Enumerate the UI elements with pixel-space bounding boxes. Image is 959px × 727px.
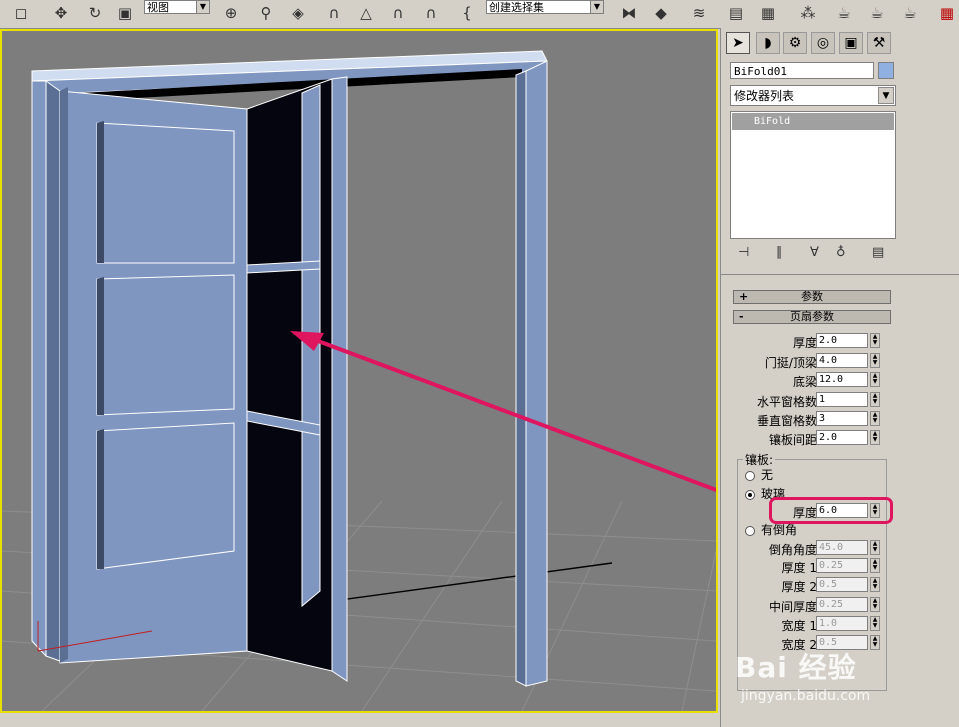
thickness-field[interactable]: 2.0 <box>816 333 868 348</box>
thickness2-field[interactable]: 0.5 <box>816 577 868 592</box>
param-row-bottom-rail: 底梁: 12.0 ▲ ▼ <box>721 372 959 389</box>
snap-icon[interactable]: ⚲ <box>255 2 277 24</box>
chevron-down-icon: ▼ <box>878 87 894 104</box>
spinner-icon[interactable]: ▲ ▼ <box>870 333 880 348</box>
abc-icon[interactable]: { <box>456 2 478 24</box>
door-scene <box>2 50 716 711</box>
rollout-leaf-parameters[interactable]: - 页扇参数 <box>733 310 891 324</box>
configure-sets-icon[interactable]: ▤ <box>872 245 884 260</box>
quick-render-icon[interactable]: ☕ <box>899 2 921 24</box>
param-row-muntin: 镶板间距: 2.0 ▲ ▼ <box>721 430 959 447</box>
bevel-angle-field[interactable]: 45.0 <box>816 540 868 555</box>
utilities-tab-icon[interactable]: ⚒ <box>867 32 891 54</box>
object-color-swatch[interactable] <box>878 62 894 79</box>
remove-modifier-icon[interactable]: ♁ <box>836 245 846 260</box>
param-row-stiles: 门挺/顶梁: 4.0 ▲ ▼ <box>721 353 959 370</box>
perspective-viewport[interactable] <box>0 29 718 713</box>
spinner-icon[interactable]: ▲ ▼ <box>870 597 880 612</box>
select-region-icon[interactable]: ◻ <box>10 2 32 24</box>
schematic-icon[interactable]: ▦ <box>757 2 779 24</box>
curve-editor-icon[interactable]: ▤ <box>725 2 747 24</box>
param-row-thickness: 厚度: 2.0 ▲ ▼ <box>721 333 959 350</box>
object-name-field[interactable]: BiFold01 <box>730 62 874 79</box>
modifier-list-dropdown[interactable]: 修改器列表 ▼ <box>730 85 896 106</box>
spinner-icon[interactable]: ▲ ▼ <box>870 353 880 368</box>
frame-right-post <box>525 60 548 687</box>
motion-tab-icon[interactable]: ◎ <box>811 32 835 54</box>
spinner-icon[interactable]: ▲ ▼ <box>870 411 880 426</box>
stiles-field[interactable]: 4.0 <box>816 353 868 368</box>
stack-toolbar: ⊣ ∥ ∀ ♁ ▤ <box>730 245 896 265</box>
mirror-icon[interactable]: ⧓ <box>618 2 640 24</box>
extra-toolbar-icon[interactable]: ▦ <box>936 2 958 24</box>
show-end-result-icon[interactable]: ∥ <box>776 245 783 260</box>
stack-item-bifold[interactable]: BiFold <box>732 113 894 130</box>
middle-thickness-field[interactable]: 0.25 <box>816 597 868 612</box>
reference-coord-combo[interactable]: 视图 ▼ <box>144 0 210 14</box>
make-unique-icon[interactable]: ∀ <box>810 245 819 260</box>
modifier-stack[interactable]: BiFold <box>730 111 896 239</box>
panels-horiz-field[interactable]: 1 <box>816 392 868 407</box>
watermark: Bai 经验 jingyan.baidu.com <box>735 651 871 704</box>
spinner-icon[interactable]: ▲ ▼ <box>870 372 880 387</box>
param-row-thickness1: 厚度 1: 0.25 ▲ ▼ <box>721 558 959 575</box>
spinner-icon[interactable]: ▲ ▼ <box>870 577 880 592</box>
create-tab-icon[interactable]: ➤ <box>726 32 750 54</box>
pin-stack-icon[interactable]: ⊣ <box>738 245 749 260</box>
frame-left-post <box>31 80 47 658</box>
layer-icon[interactable]: ≋ <box>688 2 710 24</box>
spinner-snap-icon[interactable]: △ <box>355 2 377 24</box>
param-row-width1: 宽度 1: 1.0 ▲ ▼ <box>721 616 959 633</box>
hierarchy-tab-icon[interactable]: ⚙ <box>783 32 807 54</box>
spinner-icon[interactable]: ▲ ▼ <box>870 430 880 445</box>
main-toolbar: ◻ ✥ ↻ ▣ 视图 ▼ ⊕ ⚲ ◈ ∩ △ ∩ ∩ { 创建选择集 ▼ ⧓ ◆ ≋… <box>0 0 959 29</box>
spinner-icon[interactable]: ▲ ▼ <box>870 558 880 573</box>
spinner-icon[interactable]: ▲ ▼ <box>870 392 880 407</box>
param-row-middle-thickness: 中间厚度: 0.25 ▲ ▼ <box>721 597 959 614</box>
spinner-icon[interactable]: ▲ ▼ <box>870 616 880 631</box>
param-row-panels-horiz: 水平窗格数: 1 ▲ ▼ <box>721 392 959 409</box>
panels-vert-field[interactable]: 3 <box>816 411 868 426</box>
left-panel-edges <box>97 121 104 569</box>
render-icon[interactable]: ☕ <box>866 2 888 24</box>
modify-tab-icon[interactable]: ◗ <box>756 32 780 54</box>
param-row-bevel-angle: 倒角角度: 45.0 ▲ ▼ <box>721 540 959 557</box>
rotate-icon[interactable]: ↻ <box>84 2 106 24</box>
param-row-thickness2: 厚度 2: 0.5 ▲ ▼ <box>721 577 959 594</box>
bottom-rail-field[interactable]: 12.0 <box>816 372 868 387</box>
command-panel: ➤ ◗ ⚙ ◎ ▣ ⚒ BiFold01 修改器列表 ▼ BiFold ⊣ ∥ ∀… <box>720 28 959 727</box>
thickness1-field[interactable]: 0.25 <box>816 558 868 573</box>
param-row-panels-vert: 垂直窗格数: 3 ▲ ▼ <box>721 411 959 428</box>
scale-icon[interactable]: ▣ <box>114 2 136 24</box>
render-setup-icon[interactable]: ☕ <box>833 2 855 24</box>
named-selection-icon[interactable]: ∩ <box>387 2 409 24</box>
width1-field[interactable]: 1.0 <box>816 616 868 631</box>
edit-named-sel-icon[interactable]: ∩ <box>420 2 442 24</box>
angle-snap-icon[interactable]: ◈ <box>287 2 309 24</box>
muntin-field[interactable]: 2.0 <box>816 430 868 445</box>
material-editor-icon[interactable]: ⁂ <box>797 2 819 24</box>
left-door-panels <box>96 122 235 570</box>
rollout-parameters[interactable]: + 参数 <box>733 290 891 304</box>
status-bar <box>0 713 720 727</box>
pivot-icon[interactable]: ⊕ <box>220 2 242 24</box>
align-icon[interactable]: ◆ <box>650 2 672 24</box>
selection-set-combo[interactable]: 创建选择集 ▼ <box>486 0 604 14</box>
display-tab-icon[interactable]: ▣ <box>839 32 863 54</box>
annotation-highlight-box <box>769 497 893 524</box>
radio-none[interactable]: 无 <box>745 466 773 483</box>
percent-snap-icon[interactable]: ∩ <box>323 2 345 24</box>
annotation-arrow <box>290 331 716 493</box>
move-icon[interactable]: ✥ <box>50 2 72 24</box>
spinner-icon[interactable]: ▲ ▼ <box>870 540 880 555</box>
